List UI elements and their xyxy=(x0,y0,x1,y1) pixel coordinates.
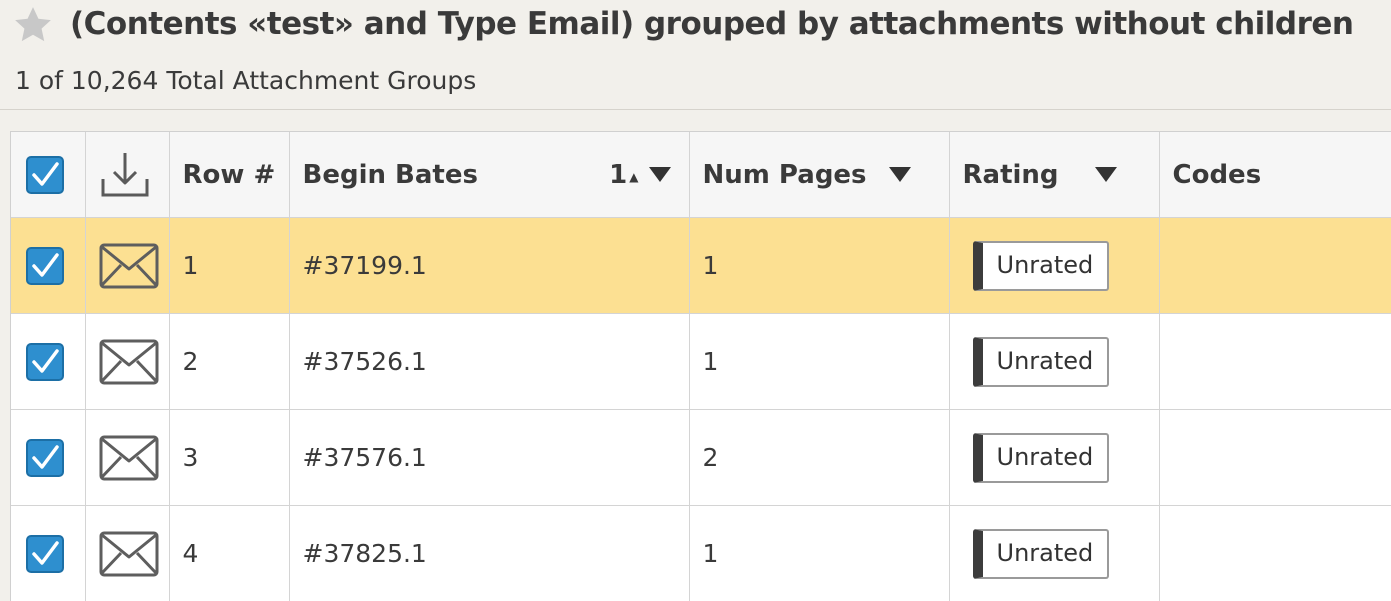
row-num-cell: 3 xyxy=(169,410,289,506)
table-header-row: Row # Begin Bates 1▲ xyxy=(11,132,1391,218)
codes-label: Codes xyxy=(1160,160,1262,190)
begin-bates-value[interactable]: #37199.1 xyxy=(290,251,427,280)
row-num-cell: 4 xyxy=(169,506,289,601)
table-row[interactable]: 1 #37199.1 1 Unrated xyxy=(11,218,1391,314)
num-pages-cell: 1 xyxy=(689,506,949,601)
column-menu-icon[interactable] xyxy=(1095,167,1117,182)
begin-bates-cell: #37526.1 xyxy=(289,314,689,410)
column-menu-icon[interactable] xyxy=(889,167,911,182)
results-table: Row # Begin Bates 1▲ xyxy=(11,132,1391,601)
column-header-codes[interactable]: Codes xyxy=(1159,132,1391,218)
num-pages-value: 1 xyxy=(690,539,719,568)
num-pages-value: 2 xyxy=(690,443,719,472)
select-all-header xyxy=(11,132,85,218)
row-num-label: Row # xyxy=(170,160,276,190)
codes-cell xyxy=(1159,314,1391,410)
row-checkbox[interactable] xyxy=(26,247,64,285)
begin-bates-cell: #37576.1 xyxy=(289,410,689,506)
table-row[interactable]: 2 #37526.1 1 Unrated xyxy=(11,314,1391,410)
row-num-cell: 2 xyxy=(169,314,289,410)
row-number: 1 xyxy=(170,251,199,280)
row-number: 2 xyxy=(170,347,199,376)
row-type-cell xyxy=(85,506,169,601)
row-checkbox[interactable] xyxy=(26,439,64,477)
row-number: 4 xyxy=(170,539,199,568)
column-header-begin-bates[interactable]: Begin Bates 1▲ xyxy=(289,132,689,218)
row-number: 3 xyxy=(170,443,199,472)
codes-value xyxy=(1160,251,1173,280)
begin-bates-value[interactable]: #37825.1 xyxy=(290,539,427,568)
row-type-cell xyxy=(85,314,169,410)
page-title: (Contents «test» and Type Email) grouped… xyxy=(70,6,1354,42)
email-icon[interactable] xyxy=(99,531,159,577)
rating-badge[interactable]: Unrated xyxy=(973,433,1110,483)
codes-cell xyxy=(1159,410,1391,506)
rating-label: Rating xyxy=(963,160,1059,190)
codes-value xyxy=(1160,539,1173,568)
table-row[interactable]: 3 #37576.1 2 Unrated xyxy=(11,410,1391,506)
row-select-cell xyxy=(11,410,85,506)
sort-ascending-icon: ▲ xyxy=(629,170,638,184)
results-grid: Row # Begin Bates 1▲ xyxy=(10,131,1391,601)
email-icon[interactable] xyxy=(99,339,159,385)
begin-bates-label: Begin Bates xyxy=(303,160,478,190)
download-icon[interactable] xyxy=(99,149,151,201)
rating-badge[interactable]: Unrated xyxy=(973,529,1110,579)
rating-cell: Unrated xyxy=(949,314,1159,410)
num-pages-cell: 1 xyxy=(689,218,949,314)
table-row[interactable]: 4 #37825.1 1 Unrated xyxy=(11,506,1391,601)
row-select-cell xyxy=(11,506,85,601)
column-header-rating[interactable]: Rating xyxy=(949,132,1159,218)
column-header-row-num[interactable]: Row # xyxy=(169,132,289,218)
rating-cell: Unrated xyxy=(949,218,1159,314)
row-select-cell xyxy=(11,218,85,314)
rating-cell: Unrated xyxy=(949,506,1159,601)
num-pages-cell: 2 xyxy=(689,410,949,506)
email-icon[interactable] xyxy=(99,243,159,289)
result-count: 1 of 10,264 Total Attachment Groups xyxy=(15,66,476,95)
row-type-cell xyxy=(85,218,169,314)
codes-value xyxy=(1160,347,1173,376)
rating-badge[interactable]: Unrated xyxy=(973,337,1110,387)
column-menu-icon[interactable] xyxy=(649,167,671,182)
select-all-checkbox[interactable] xyxy=(26,156,64,194)
begin-bates-cell: #37825.1 xyxy=(289,506,689,601)
rating-cell: Unrated xyxy=(949,410,1159,506)
sort-indicator[interactable]: 1▲ xyxy=(609,160,670,190)
row-checkbox[interactable] xyxy=(26,343,64,381)
rating-badge[interactable]: Unrated xyxy=(973,241,1110,291)
begin-bates-cell: #37199.1 xyxy=(289,218,689,314)
row-type-cell xyxy=(85,410,169,506)
download-header xyxy=(85,132,169,218)
sort-order-number: 1 xyxy=(609,160,627,190)
num-pages-label: Num Pages xyxy=(703,160,867,190)
codes-cell xyxy=(1159,218,1391,314)
codes-cell xyxy=(1159,506,1391,601)
num-pages-value: 1 xyxy=(690,251,719,280)
begin-bates-value[interactable]: #37526.1 xyxy=(290,347,427,376)
page-header: (Contents «test» and Type Email) grouped… xyxy=(0,0,1391,110)
codes-value xyxy=(1160,443,1173,472)
row-num-cell: 1 xyxy=(169,218,289,314)
begin-bates-value[interactable]: #37576.1 xyxy=(290,443,427,472)
column-header-num-pages[interactable]: Num Pages xyxy=(689,132,949,218)
num-pages-value: 1 xyxy=(690,347,719,376)
row-select-cell xyxy=(11,314,85,410)
num-pages-cell: 1 xyxy=(689,314,949,410)
email-icon[interactable] xyxy=(99,435,159,481)
star-icon[interactable] xyxy=(12,4,54,46)
row-checkbox[interactable] xyxy=(26,535,64,573)
